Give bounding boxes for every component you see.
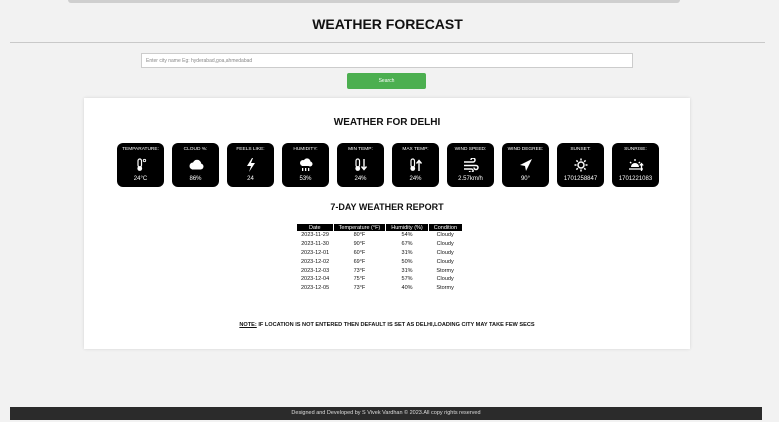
- note-text: NOTE: IF LOCATION IS NOT ENTERED THEN DE…: [84, 322, 690, 328]
- table-cell: Cloudy: [436, 241, 454, 248]
- cloud-icon: [188, 158, 204, 172]
- thermometer-down-icon: [353, 157, 369, 172]
- sunrise-icon: [628, 158, 644, 172]
- metric-wind-speed: WIND SPEED: 2.57km/h: [447, 143, 494, 187]
- table-cell: Stormy: [436, 285, 454, 292]
- metric-max-temp: MAX TEMP: 24%: [392, 143, 439, 187]
- metric-value: 24%: [354, 176, 367, 182]
- metric-value: 53%: [299, 176, 312, 182]
- footer: Designed and Developed by S Vivek Vardha…: [10, 407, 762, 420]
- table-row: 2023-12-04 75°F 57% Cloudy: [297, 275, 462, 284]
- table-header-row: Date Temperature (°F) Humidity (%) Condi…: [297, 224, 463, 231]
- weather-report-table: Date Temperature (°F) Humidity (%) Condi…: [297, 224, 463, 293]
- table-cell: 2023-11-29: [301, 232, 329, 239]
- table-cell: 2023-12-02: [301, 258, 330, 265]
- sun-gear-icon: [573, 158, 589, 172]
- search-button[interactable]: Search: [347, 73, 426, 89]
- table-cell: Cloudy: [436, 258, 454, 265]
- table-cell: 2023-12-03: [301, 267, 330, 274]
- table-cell: 69°F: [353, 258, 366, 265]
- table-row: 2023-12-03 73°F 31% Stormy: [297, 266, 462, 275]
- table-row: 2023-12-01 60°F 31% Cloudy: [297, 249, 462, 258]
- metric-sunrise: SUNRISE: 1701221083: [612, 143, 659, 187]
- metric-value: 90°: [520, 176, 531, 182]
- metric-label: SUNRISE:: [624, 147, 647, 152]
- weather-card: WEATHER FOR DELHI TEMPARATURE: 24°C CLOU…: [84, 98, 690, 349]
- table-cell: 54%: [401, 232, 413, 239]
- rain-cloud-icon: [298, 157, 314, 172]
- window-top-edge: [68, 0, 680, 3]
- page-header: WEATHER FORECAST: [10, 6, 765, 43]
- table-row: 2023-11-29 80°F 54% Cloudy: [297, 231, 462, 240]
- metric-feels-like: FEELS LIKE: 24: [227, 143, 274, 187]
- column-header: Condition: [427, 224, 463, 231]
- thermometer-up-icon: [408, 157, 424, 172]
- table-cell: 2023-12-05: [301, 285, 330, 292]
- table-cell: 2023-12-04: [301, 276, 330, 283]
- lightning-icon: [243, 157, 259, 172]
- metrics-row: TEMPARATURE: 24°C CLOUD %: 86% FEELS LIK…: [117, 143, 659, 187]
- table-cell: 57%: [401, 276, 413, 283]
- table-cell: 90°F: [353, 241, 366, 248]
- table-cell: 2023-12-01: [301, 249, 330, 256]
- metric-label: TEMPARATURE:: [122, 147, 159, 152]
- metric-label: MAX TEMP:: [402, 147, 429, 152]
- table-cell: 73°F: [353, 267, 366, 274]
- page-title: WEATHER FORECAST: [312, 16, 463, 32]
- metric-sunset: SUNSET: 1701258847: [557, 143, 604, 187]
- metric-value: 2.57km/h: [458, 176, 483, 182]
- metric-label: FEELS LIKE:: [236, 147, 265, 152]
- table-cell: 40%: [401, 285, 413, 292]
- metric-label: SUNSET:: [570, 147, 591, 152]
- note-prefix: NOTE:: [239, 322, 257, 328]
- column-header: Date: [297, 224, 334, 231]
- metric-label: MIN TEMP:: [348, 147, 373, 152]
- metric-temperature: TEMPARATURE: 24°C: [117, 143, 164, 187]
- metric-label: WIND SPEED:: [454, 147, 487, 152]
- table-row: 2023-12-05 73°F 40% Stormy: [297, 284, 462, 293]
- city-search-input[interactable]: [141, 53, 633, 68]
- metric-value: 24°C: [133, 176, 148, 182]
- column-header: Temperature (°F): [332, 224, 386, 231]
- table-cell: 75°F: [353, 276, 366, 283]
- metric-value: 24: [247, 176, 254, 182]
- table-cell: 67%: [401, 241, 413, 248]
- metric-min-temp: MIN TEMP: 24%: [337, 143, 384, 187]
- table-cell: 31%: [401, 267, 413, 274]
- metric-label: HUMIDITY:: [293, 147, 318, 152]
- table-cell: Cloudy: [436, 249, 454, 256]
- table-cell: 80°F: [353, 232, 366, 239]
- table-row: 2023-12-02 69°F 50% Cloudy: [297, 257, 462, 266]
- column-header: Humidity (%): [385, 224, 429, 231]
- metric-value: 24%: [409, 176, 422, 182]
- metric-wind-degree: WIND DEGREE: 90°: [502, 143, 549, 187]
- note-body: IF LOCATION IS NOT ENTERED THEN DEFAULT …: [256, 322, 535, 328]
- navigation-arrow-icon: [518, 158, 534, 172]
- table-cell: 73°F: [353, 285, 366, 292]
- table-cell: 60°F: [353, 249, 366, 256]
- metric-label: CLOUD %:: [183, 147, 208, 152]
- weather-title: WEATHER FOR DELHI: [333, 117, 441, 128]
- wind-icon: [463, 157, 479, 172]
- table-cell: 2023-11-30: [301, 241, 329, 248]
- table-row: 2023-11-30 90°F 67% Cloudy: [297, 240, 462, 249]
- metric-value: 1701221083: [618, 176, 653, 182]
- table-cell: Cloudy: [436, 232, 454, 239]
- report-title: 7-DAY WEATHER REPORT: [330, 202, 444, 212]
- metric-humidity: HUMIDITY: 53%: [282, 143, 329, 187]
- thermometer-icon: [133, 157, 149, 172]
- metric-value: 1701258847: [563, 176, 598, 182]
- metric-cloud: CLOUD %: 86%: [172, 143, 219, 187]
- table-cell: 50%: [401, 258, 413, 265]
- metric-value: 86%: [189, 176, 202, 182]
- metric-label: WIND DEGREE:: [507, 147, 544, 152]
- table-cell: Stormy: [436, 267, 454, 274]
- table-cell: 31%: [401, 249, 413, 256]
- table-cell: Cloudy: [436, 276, 454, 283]
